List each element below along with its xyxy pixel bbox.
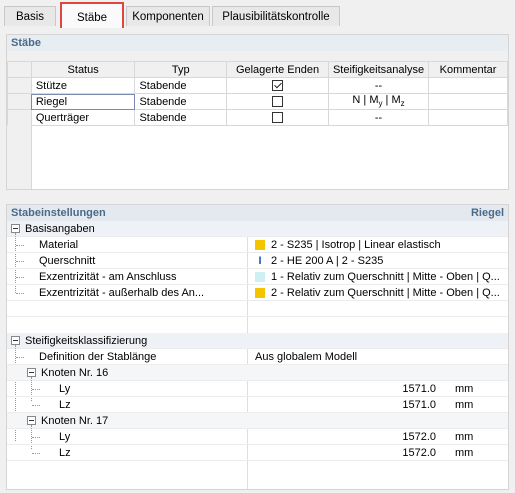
- unit-label: mm: [455, 447, 474, 459]
- row-label: Material: [39, 239, 79, 251]
- eccentricity-color-icon: [255, 272, 265, 283]
- collapse-toggle-icon[interactable]: [11, 224, 20, 233]
- settings-section-header: Stabeinstellungen Riegel: [7, 205, 508, 221]
- row-label: Ly: [59, 431, 71, 443]
- tree-group-stiffness[interactable]: Steifigkeitsklassifizierung: [7, 333, 508, 349]
- tree-group-basic[interactable]: Basisangaben: [7, 221, 508, 237]
- row-value[interactable]: I2 - HE 200 A | 2 - S235: [255, 253, 383, 269]
- col-supported-ends-header[interactable]: Gelagerte Enden: [226, 61, 329, 78]
- type-cell[interactable]: Stabende: [134, 109, 228, 126]
- members-section-title: Stäbe: [11, 37, 41, 49]
- members-section-header: Stäbe: [7, 35, 508, 51]
- tree-row-lz[interactable]: Lz 1571.0 mm: [7, 397, 508, 413]
- tree-row-material[interactable]: Material 2 - S235 | Isotrop | Linear ela…: [7, 237, 508, 253]
- settings-tree: Basisangaben Material 2 - S235 | Isotrop…: [7, 221, 508, 489]
- tree-node-16[interactable]: Knoten Nr. 16: [7, 365, 508, 381]
- tree-row-eccentricity-connection[interactable]: Exzentrizität - am Anschluss 1 - Relativ…: [7, 269, 508, 285]
- row-value[interactable]: 1571.0: [402, 397, 436, 413]
- row-label: Ly: [59, 383, 71, 395]
- row-value[interactable]: Aus globalem Modell: [255, 349, 357, 365]
- row-label: Lz: [59, 399, 71, 411]
- type-cell[interactable]: Stabende: [134, 93, 228, 110]
- i-beam-icon: I: [258, 255, 262, 267]
- row-label: Exzentrizität - am Anschluss: [39, 271, 177, 283]
- comment-cell[interactable]: [428, 109, 508, 126]
- row-value[interactable]: 1571.0: [402, 381, 436, 397]
- tab-plausibilitaetskontrolle[interactable]: Plausibilitätskontrolle: [212, 6, 340, 26]
- status-cell[interactable]: Stütze: [30, 77, 136, 94]
- table-row[interactable]: Querträger Stabende --: [7, 109, 508, 126]
- group-label: Steifigkeitsklassifizierung: [25, 335, 148, 347]
- comment-cell[interactable]: [428, 93, 508, 110]
- node-label: Knoten Nr. 16: [41, 367, 109, 379]
- members-table-header: Status Typ Gelagerte Enden Steifigkeitsa…: [7, 61, 508, 78]
- supported-ends-checkbox[interactable]: [272, 112, 284, 124]
- material-color-icon: [255, 240, 265, 251]
- collapse-toggle-icon[interactable]: [27, 416, 36, 425]
- selected-member-label: Riegel: [470, 207, 504, 219]
- tab-staebe[interactable]: Stäbe: [60, 2, 124, 28]
- col-status-header[interactable]: Status: [30, 61, 136, 78]
- members-panel: Stäbe Status Typ Gelagerte Enden Steifig…: [6, 34, 509, 190]
- members-table: Status Typ Gelagerte Enden Steifigkeitsa…: [7, 61, 508, 126]
- col-comment-header[interactable]: Kommentar: [428, 61, 508, 78]
- row-value[interactable]: 1572.0: [402, 445, 436, 461]
- node-label: Knoten Nr. 17: [41, 415, 109, 427]
- unit-label: mm: [455, 431, 474, 443]
- row-label: Definition der Stablänge: [39, 351, 157, 363]
- tab-bar: Basis Stäbe Komponenten Plausibilitätsko…: [0, 0, 515, 28]
- row-value[interactable]: 2 - Relativ zum Querschnitt | Mitte - Ob…: [255, 285, 500, 301]
- col-type-header[interactable]: Typ: [134, 61, 228, 78]
- row-label: Querschnitt: [39, 255, 96, 267]
- unit-label: mm: [455, 399, 474, 411]
- group-label: Basisangaben: [25, 223, 95, 235]
- comment-cell[interactable]: [428, 77, 508, 94]
- settings-section-title: Stabeinstellungen: [11, 207, 106, 219]
- tab-komponenten[interactable]: Komponenten: [126, 6, 210, 26]
- tree-row-eccentricity-outside[interactable]: Exzentrizität - außerhalb des An... 2 - …: [7, 285, 508, 301]
- row-value[interactable]: 1572.0: [402, 429, 436, 445]
- tree-node-17[interactable]: Knoten Nr. 17: [7, 413, 508, 429]
- collapse-toggle-icon[interactable]: [11, 336, 20, 345]
- col-stiffness-header[interactable]: Steifigkeitsanalyse: [327, 61, 430, 78]
- row-value[interactable]: 2 - S235 | Isotrop | Linear elastisch: [255, 237, 441, 253]
- stiffness-cell[interactable]: --: [327, 109, 430, 126]
- stiffness-cell[interactable]: --: [327, 77, 430, 94]
- collapse-toggle-icon[interactable]: [27, 368, 36, 377]
- tree-row-cross-section[interactable]: Querschnitt I2 - HE 200 A | 2 - S235: [7, 253, 508, 269]
- supported-ends-checkbox[interactable]: [272, 80, 284, 92]
- status-cell-selected[interactable]: Riegel: [30, 93, 136, 110]
- tree-row-length-definition[interactable]: Definition der Stablänge Aus globalem Mo…: [7, 349, 508, 365]
- supported-ends-checkbox[interactable]: [272, 96, 284, 108]
- table-row[interactable]: Riegel Stabende N | My | Mz: [7, 93, 508, 110]
- row-value[interactable]: 1 - Relativ zum Querschnitt | Mitte - Ob…: [255, 269, 500, 285]
- stiffness-cell[interactable]: N | My | Mz: [327, 93, 430, 110]
- tree-row-ly[interactable]: Ly 1572.0 mm: [7, 429, 508, 445]
- type-cell[interactable]: Stabende: [134, 77, 228, 94]
- eccentricity-color-icon: [255, 288, 265, 299]
- unit-label: mm: [455, 383, 474, 395]
- row-label: Lz: [59, 447, 71, 459]
- row-label: Exzentrizität - außerhalb des An...: [39, 287, 205, 299]
- tree-row-lz[interactable]: Lz 1572.0 mm: [7, 445, 508, 461]
- tree-row-ly[interactable]: Ly 1571.0 mm: [7, 381, 508, 397]
- status-cell[interactable]: Querträger: [30, 109, 136, 126]
- tab-basis[interactable]: Basis: [4, 6, 56, 26]
- table-row[interactable]: Stütze Stabende --: [7, 77, 508, 94]
- settings-panel: Stabeinstellungen Riegel Basisangaben Ma…: [6, 204, 509, 490]
